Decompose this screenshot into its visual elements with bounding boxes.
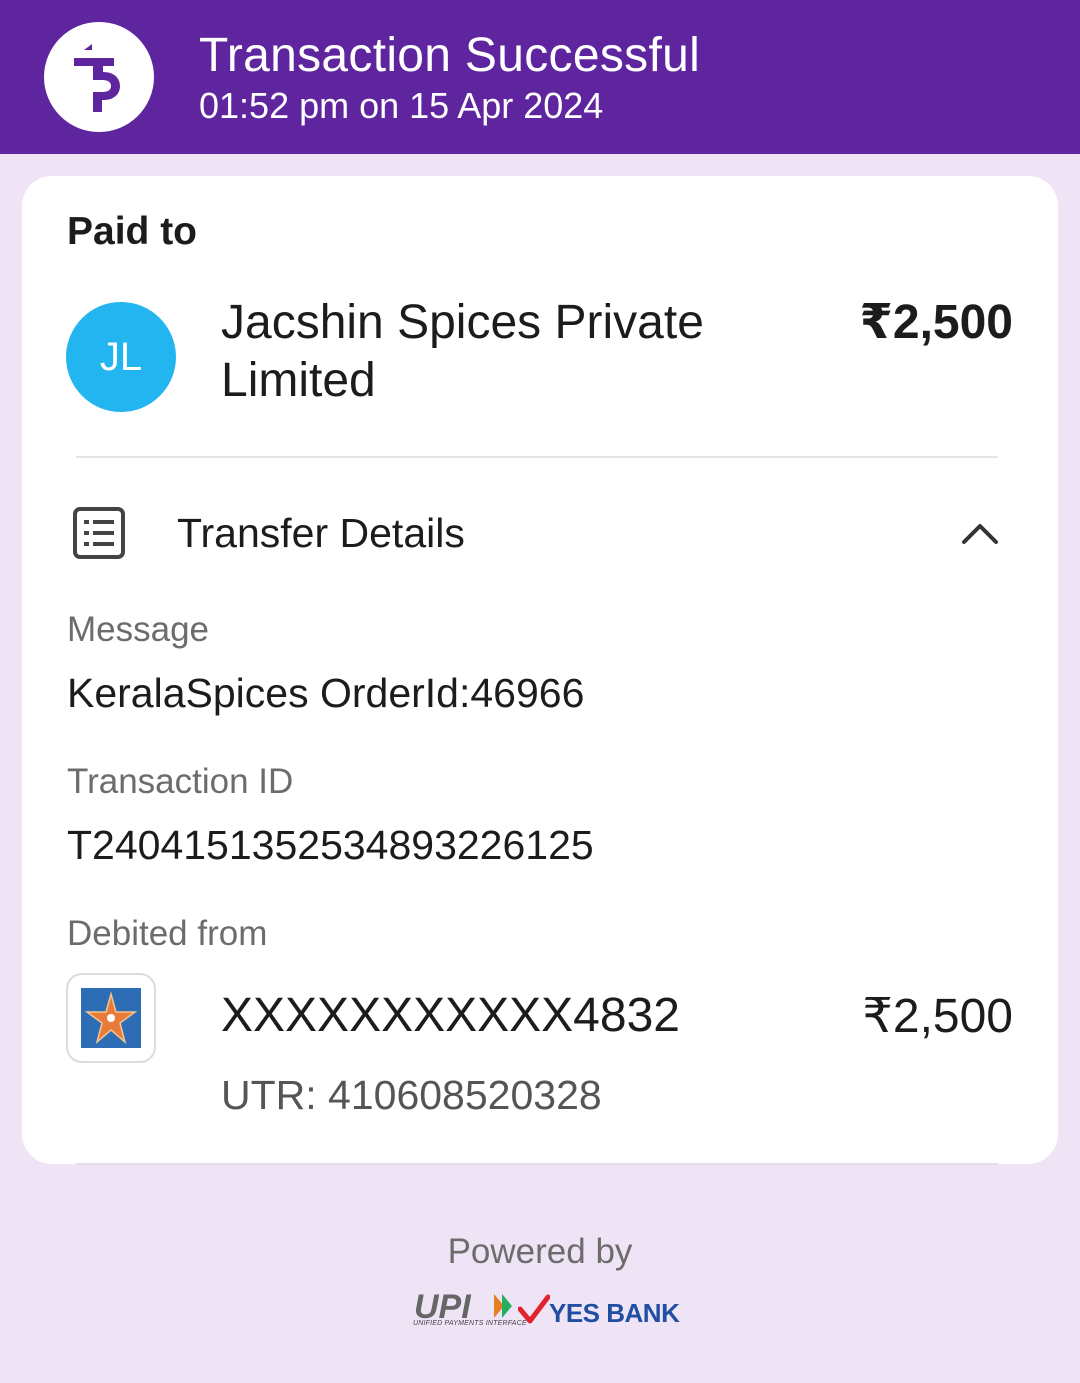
transaction-timestamp: 01:52 pm on 15 Apr 2024 [199,85,604,126]
account-number: XXXXXXXXXXX4832 [221,989,680,1042]
paid-amount: ₹2,500 [859,296,1013,349]
utr-number[interactable]: UTR: 410608520328 [221,1072,602,1119]
bank-star-logo-icon [66,973,156,1063]
transaction-id-value[interactable]: T2404151352534893226125 [67,822,594,869]
transfer-details-title[interactable]: Transfer Details [177,510,465,557]
transaction-status-title: Transaction Successful [199,29,701,82]
phonepe-logo-icon [44,22,154,132]
message-value: KeralaSpices OrderId:46966 [67,670,585,716]
payee-avatar: JL [66,302,176,412]
payee-initials: JL [99,334,143,379]
transaction-id-label: Transaction ID [67,762,294,801]
upi-logo-text: UPI [414,1290,472,1322]
debit-amount: ₹2,500 [862,990,1013,1043]
divider [76,456,998,458]
message-label: Message [67,610,210,649]
header-bar: Transaction Successful 01:52 pm on 15 Ap… [0,0,1080,154]
yes-bank-label: YES BANK [549,1298,680,1328]
yes-bank-tick-icon [517,1293,551,1330]
chevron-up-icon[interactable] [960,514,1000,559]
payee-name: Jacshin Spices Private Limited [221,296,704,407]
receipt-list-icon [72,506,126,565]
divider [76,1163,998,1165]
debited-from-label: Debited from [67,914,268,953]
upi-subtitle: UNIFIED PAYMENTS INTERFACE [413,1320,527,1327]
paid-to-label: Paid to [67,210,198,253]
powered-by-label: Powered by [447,1232,633,1271]
transaction-card: Paid to JL Jacshin Spices Private Limite… [22,176,1058,1164]
